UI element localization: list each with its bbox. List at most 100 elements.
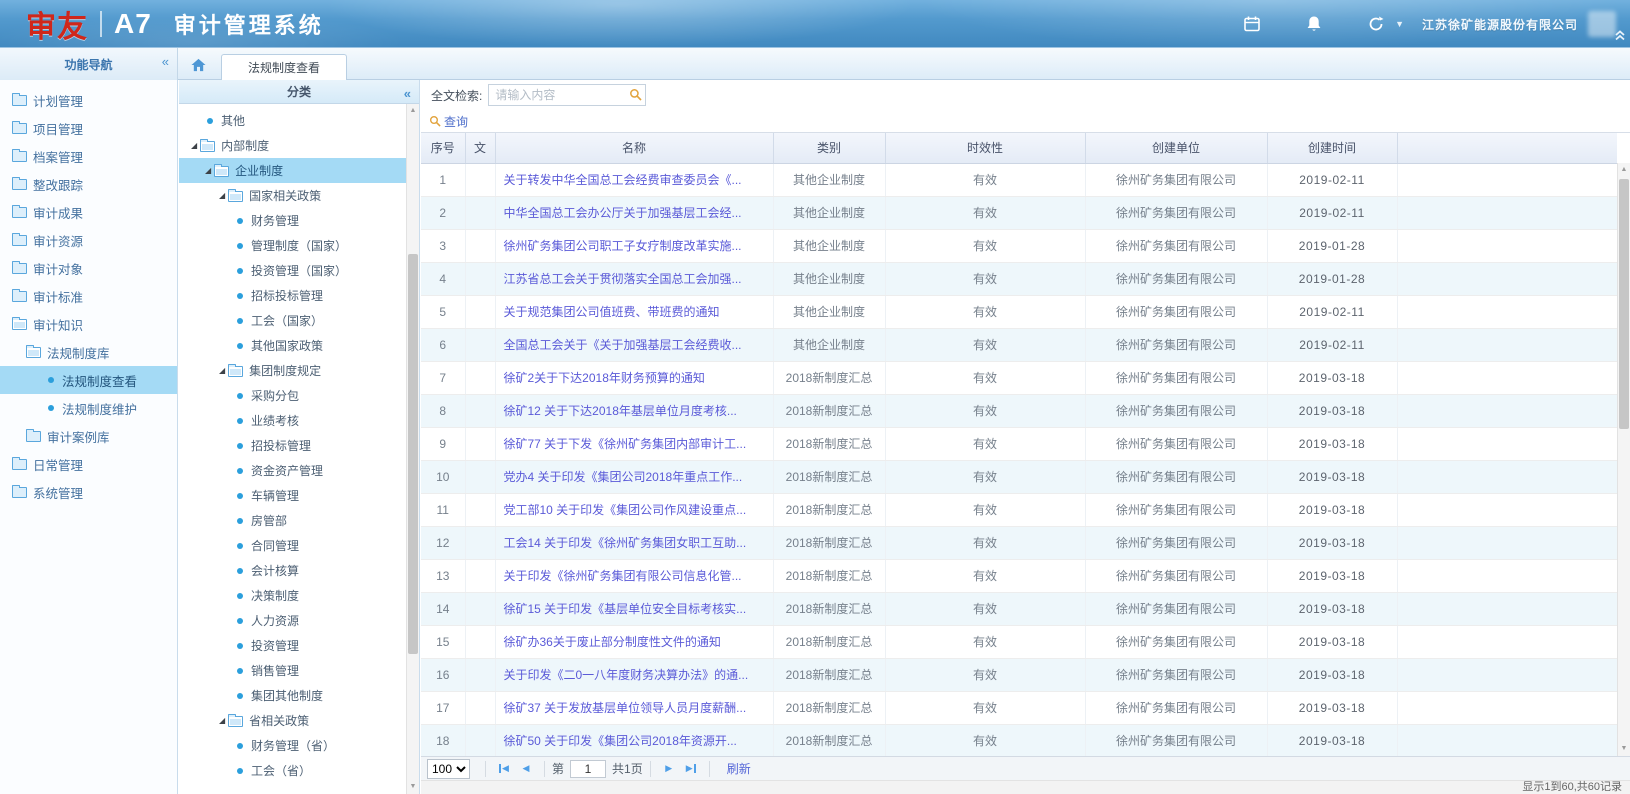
scrollbar-thumb[interactable]	[1619, 179, 1629, 429]
page-size-select[interactable]: 100	[427, 759, 470, 779]
tree-node-国家相关政策[interactable]: ◢国家相关政策	[179, 183, 407, 208]
sidebar-item-审计资源[interactable]: 审计资源	[0, 226, 177, 254]
tree-node-房管部[interactable]: 房管部	[179, 508, 407, 533]
tree-expand-icon[interactable]: ◢	[219, 717, 225, 725]
tree-expand-icon[interactable]: ◢	[205, 167, 211, 175]
sidebar-item-审计案例库[interactable]: 审计案例库	[0, 422, 177, 450]
column-header-类别[interactable]: 类别	[773, 133, 885, 163]
tree-node-工会（国家）[interactable]: 工会（国家）	[179, 308, 407, 333]
sidebar-item-项目管理[interactable]: 项目管理	[0, 114, 177, 142]
prev-page-button[interactable]: ◀	[515, 759, 537, 779]
tree-node-其他国家政策[interactable]: 其他国家政策	[179, 333, 407, 358]
document-link[interactable]: 党工部10 关于印发《集团公司作风建设重点...	[504, 503, 747, 517]
document-link[interactable]: 党办4 关于印发《集团公司2018年重点工作...	[504, 470, 743, 484]
document-link[interactable]: 江苏省总工会关于贯彻落实全国总工会加强...	[504, 272, 742, 286]
sidebar-item-审计对象[interactable]: 审计对象	[0, 254, 177, 282]
table-row[interactable]: 13关于印发《徐州矿务集团有限公司信息化管...2018新制度汇总有效徐州矿务集…	[421, 559, 1617, 592]
table-row[interactable]: 5关于规范集团公司值班费、带班费的通知其他企业制度有效徐州矿务集团有限公司201…	[421, 295, 1617, 328]
tree-node-投资管理（国家）[interactable]: 投资管理（国家）	[179, 258, 407, 283]
table-row[interactable]: 11党工部10 关于印发《集团公司作风建设重点...2018新制度汇总有效徐州矿…	[421, 493, 1617, 526]
scroll-down-icon[interactable]: ▼	[407, 780, 419, 794]
tree-node-会计核算[interactable]: 会计核算	[179, 558, 407, 583]
document-link[interactable]: 工会14 关于印发《徐州矿务集团女职工互助...	[504, 536, 747, 550]
search-input[interactable]	[488, 84, 646, 106]
table-row[interactable]: 7徐矿2关于下达2018年财务预算的通知2018新制度汇总有效徐州矿务集团有限公…	[421, 361, 1617, 394]
scroll-up-icon[interactable]: ▲	[407, 104, 419, 118]
document-link[interactable]: 徐矿15 关于印发《基层单位安全目标考核实...	[504, 602, 747, 616]
column-header-时效性[interactable]: 时效性	[885, 133, 1085, 163]
document-link[interactable]: 徐矿50 关于印发《集团公司2018年资源开...	[504, 734, 737, 748]
column-header-文[interactable]: 文	[465, 133, 495, 163]
document-link[interactable]: 徐矿12 关于下达2018年基层单位月度考核...	[504, 404, 737, 418]
last-page-button[interactable]: ▶	[680, 759, 702, 779]
table-row[interactable]: 18徐矿50 关于印发《集团公司2018年资源开...2018新制度汇总有效徐州…	[421, 724, 1617, 757]
scroll-down-icon[interactable]: ▼	[1618, 742, 1630, 756]
document-link[interactable]: 徐矿2关于下达2018年财务预算的通知	[504, 371, 705, 385]
column-header-名称[interactable]: 名称	[495, 133, 773, 163]
document-link[interactable]: 徐矿77 关于下发《徐州矿务集团内部审计工...	[504, 437, 747, 451]
sidebar-collapse-icon[interactable]: «	[162, 55, 169, 68]
sidebar-item-计划管理[interactable]: 计划管理	[0, 86, 177, 114]
sidebar-item-审计标准[interactable]: 审计标准	[0, 282, 177, 310]
table-row[interactable]: 4江苏省总工会关于贯彻落实全国总工会加强...其他企业制度有效徐州矿务集团有限公…	[421, 262, 1617, 295]
table-row[interactable]: 17徐矿37 关于发放基层单位领导人员月度薪酬...2018新制度汇总有效徐州矿…	[421, 691, 1617, 724]
sidebar-item-日常管理[interactable]: 日常管理	[0, 450, 177, 478]
table-row[interactable]: 16关于印发《二0一八年度财务决算办法》的通...2018新制度汇总有效徐州矿务…	[421, 658, 1617, 691]
bell-icon[interactable]	[1299, 9, 1329, 39]
tree-node-投资管理[interactable]: 投资管理	[179, 633, 407, 658]
tree-node-采购分包[interactable]: 采购分包	[179, 383, 407, 408]
sidebar-item-法规制度查看[interactable]: 法规制度查看	[0, 366, 177, 394]
tree-node-销售管理[interactable]: 销售管理	[179, 658, 407, 683]
document-link[interactable]: 徐州矿务集团公司职工子女疗制度改革实施...	[504, 239, 742, 253]
tree-node-资金资产管理[interactable]: 资金资产管理	[179, 458, 407, 483]
tree-node-省相关政策[interactable]: ◢省相关政策	[179, 708, 407, 733]
table-row[interactable]: 12工会14 关于印发《徐州矿务集团女职工互助...2018新制度汇总有效徐州矿…	[421, 526, 1617, 559]
tree-node-招标投标管理[interactable]: 招标投标管理	[179, 283, 407, 308]
document-link[interactable]: 关于转发中华全国总工会经费审查委员会《...	[504, 173, 742, 187]
document-link[interactable]: 关于规范集团公司值班费、带班费的通知	[504, 305, 720, 319]
sidebar-item-审计成果[interactable]: 审计成果	[0, 198, 177, 226]
sidebar-item-档案管理[interactable]: 档案管理	[0, 142, 177, 170]
tree-node-集团其他制度[interactable]: 集团其他制度	[179, 683, 407, 708]
document-link[interactable]: 关于印发《二0一八年度财务决算办法》的通...	[504, 668, 749, 682]
table-scrollbar[interactable]: ▲ ▼	[1617, 163, 1630, 756]
tree-node-企业制度[interactable]: ◢企业制度	[179, 158, 407, 183]
first-page-button[interactable]: ◀	[493, 759, 515, 779]
tree-scrollbar[interactable]: ▲ ▼	[406, 104, 419, 794]
refresh-icon[interactable]	[1361, 9, 1391, 39]
column-header-序号[interactable]: 序号	[421, 133, 465, 163]
sidebar-item-法规制度库[interactable]: 法规制度库	[0, 338, 177, 366]
tree-node-人力资源[interactable]: 人力资源	[179, 608, 407, 633]
tab-active[interactable]: 法规制度查看	[221, 54, 347, 81]
table-row[interactable]: 9徐矿77 关于下发《徐州矿务集团内部审计工...2018新制度汇总有效徐州矿务…	[421, 427, 1617, 460]
tree-node-其他[interactable]: 其他	[179, 108, 407, 133]
document-link[interactable]: 全国总工会关于《关于加强基层工会经费收...	[504, 338, 742, 352]
dropdown-caret-icon[interactable]: ▼	[1395, 19, 1404, 29]
search-icon[interactable]	[629, 88, 642, 106]
tree-node-招投标管理[interactable]: 招投标管理	[179, 433, 407, 458]
sidebar-item-审计知识[interactable]: 审计知识	[0, 310, 177, 338]
table-row[interactable]: 1关于转发中华全国总工会经费审查委员会《...其他企业制度有效徐州矿务集团有限公…	[421, 163, 1617, 196]
tree-expand-icon[interactable]: ◢	[191, 142, 197, 150]
home-icon[interactable]	[187, 55, 209, 75]
sidebar-item-法规制度维护[interactable]: 法规制度维护	[0, 394, 177, 422]
scroll-up-icon[interactable]: ▲	[1618, 163, 1630, 177]
tree-node-财务管理[interactable]: 财务管理	[179, 208, 407, 233]
user-avatar[interactable]	[1588, 11, 1616, 37]
tree-expand-icon[interactable]: ◢	[219, 192, 225, 200]
table-row[interactable]: 8徐矿12 关于下达2018年基层单位月度考核...2018新制度汇总有效徐州矿…	[421, 394, 1617, 427]
document-link[interactable]: 徐矿办36关于废止部分制度性文件的通知	[504, 635, 721, 649]
tree-node-决策制度[interactable]: 决策制度	[179, 583, 407, 608]
tree-node-车辆管理[interactable]: 车辆管理	[179, 483, 407, 508]
table-row[interactable]: 2中华全国总工会办公厅关于加强基层工会经...其他企业制度有效徐州矿务集团有限公…	[421, 196, 1617, 229]
refresh-link[interactable]: 刷新	[727, 760, 751, 777]
sidebar-item-整改跟踪[interactable]: 整改跟踪	[0, 170, 177, 198]
tree-node-内部制度[interactable]: ◢内部制度	[179, 133, 407, 158]
table-row[interactable]: 3徐州矿务集团公司职工子女疗制度改革实施...其他企业制度有效徐州矿务集团有限公…	[421, 229, 1617, 262]
tree-node-工会（省）[interactable]: 工会（省）	[179, 758, 407, 783]
tree-node-集团制度规定[interactable]: ◢集团制度规定	[179, 358, 407, 383]
document-link[interactable]: 关于印发《徐州矿务集团有限公司信息化管...	[504, 569, 742, 583]
document-link[interactable]: 徐矿37 关于发放基层单位领导人员月度薪酬...	[504, 701, 747, 715]
column-header-创建单位[interactable]: 创建单位	[1085, 133, 1267, 163]
next-page-button[interactable]: ▶	[658, 759, 680, 779]
